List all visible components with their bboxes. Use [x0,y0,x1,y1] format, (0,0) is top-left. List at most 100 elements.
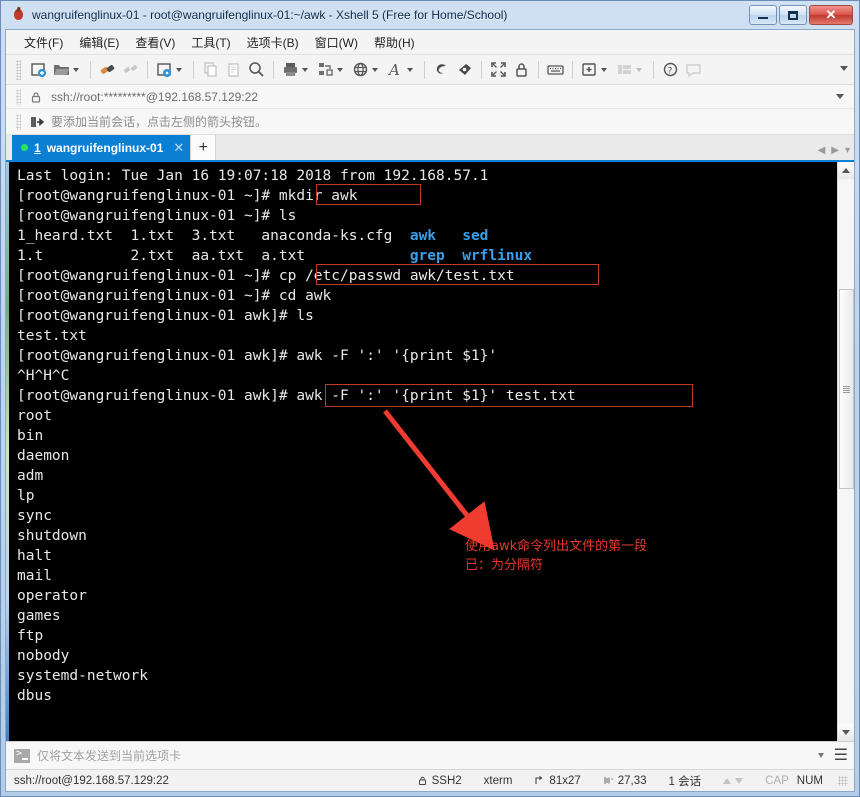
scroll-up-button[interactable] [837,162,854,179]
address-bar[interactable]: ssh://root:*********@192.168.57.129:22 [6,85,854,109]
toolbar-separator [481,60,482,79]
lock-button[interactable] [510,58,533,82]
title-bar: wangruifenglinux-01 - root@wangruifengli… [5,1,855,29]
terminal-output[interactable]: Last login: Tue Jan 16 19:07:18 2018 fro… [6,162,837,741]
menu-item-tabs[interactable]: 选项卡(B) [239,31,307,54]
send-text-bar[interactable]: 仅将文本发送到当前选项卡 ☰ [6,741,854,769]
menu-item-help[interactable]: 帮助(H) [366,31,423,54]
connect-button[interactable] [96,58,119,82]
new-session-button[interactable] [27,58,50,82]
maximize-button[interactable] [779,5,807,25]
tab-scroll-right-icon[interactable]: ▶ [831,145,839,156]
terminal-scrollbar[interactable] [837,162,854,741]
scroll-down-button[interactable] [837,724,854,741]
new-tab-button[interactable] [578,58,613,82]
status-cursor: 27,33 [592,775,658,787]
status-size: 81x27 [523,775,591,787]
terminal-text: daemon [17,448,70,464]
cursor-position-icon [603,775,614,786]
arrange-button[interactable] [613,58,648,82]
tab-number: 1 [34,140,41,155]
new-tab-button[interactable]: + [190,135,217,160]
tab-label: wangruifenglinux-01 [46,140,164,155]
window-controls: ✕ [749,5,853,25]
chevron-down-icon[interactable] [601,67,607,72]
terminal-text: systemd-network [17,668,148,684]
terminal-line: test.txt [17,326,837,346]
chevron-down-icon[interactable] [836,94,844,99]
help-button[interactable]: ? [659,58,682,82]
font-button[interactable]: A [384,58,419,82]
find-button[interactable] [245,58,268,82]
paste-icon [224,60,243,79]
status-num: NUM [796,774,823,787]
terminal-line: systemd-network [17,666,837,686]
menu-item-window[interactable]: 窗口(W) [307,31,366,54]
chevron-down-icon[interactable] [636,67,642,72]
status-protocol-label: SSH2 [431,774,462,787]
terminal-line: ^H^H^C [17,366,837,386]
download-arrow-icon [735,777,744,784]
tab-scroll-left-icon[interactable]: ◀ [818,145,826,156]
close-button[interactable]: ✕ [809,5,853,25]
session-properties-button[interactable] [153,58,188,82]
chevron-down-icon[interactable] [73,67,79,72]
send-options-icon[interactable]: ☰ [834,747,848,764]
status-terminal-type: xterm [483,774,513,787]
chevron-down-icon[interactable] [372,67,378,72]
terminal-line: 1.t 2.txt aa.txt a.txt grep wrflinux [17,246,837,266]
scrollbar-thumb[interactable] [838,289,854,489]
address-input[interactable]: ssh://root:*********@192.168.57.129:22 [51,90,258,104]
xftp-icon [432,60,451,79]
menu-item-file[interactable]: 文件(F) [16,31,71,54]
annotation-text: 使用awk命令列出文件的第一段 已：为分隔符 [465,539,648,573]
open-session-button[interactable] [50,58,85,82]
fullscreen-button[interactable] [487,58,510,82]
menu-item-tools[interactable]: 工具(T) [183,31,238,54]
terminal-line: operator [17,586,837,606]
chevron-down-icon[interactable] [337,67,343,72]
client-area: 文件(F) 编辑(E) 查看(V) 工具(T) 选项卡(B) 窗口(W) 帮助(… [5,29,855,792]
web-button[interactable] [349,58,384,82]
keyboard-button[interactable] [544,58,567,82]
terminal-text: 1_heard.txt 1.txt 3.txt anaconda-ks.cfg [17,228,410,244]
paste-button[interactable] [222,58,245,82]
send-text-input[interactable]: 仅将文本发送到当前选项卡 [37,747,818,764]
terminal-line: bin [17,426,837,446]
copy-button[interactable] [199,58,222,82]
terminal-text: [root@wangruifenglinux-01 ~]# mkdir awk [17,188,358,204]
help-icon: ? [661,60,680,79]
scrollbar-track[interactable] [837,179,854,724]
add-session-icon[interactable] [29,114,45,130]
copy-icon [201,60,220,79]
comment-button[interactable] [682,58,705,82]
upload-arrow-icon [723,777,732,784]
resize-grip[interactable] [838,775,848,786]
transfer-button[interactable] [314,58,349,82]
minimize-button[interactable] [749,5,777,25]
xagent-button[interactable] [453,58,476,82]
xshell-window: wangruifenglinux-01 - root@wangruifengli… [0,0,860,797]
tab-wangruifenglinux-01[interactable]: 1 wangruifenglinux-01 ✕ [12,135,191,160]
toolbar-grip[interactable] [16,59,21,80]
tab-close-icon[interactable]: ✕ [173,140,184,156]
session-bar-grip[interactable] [16,113,21,130]
terminal-line: root [17,406,837,426]
terminal-line: lp [17,486,837,506]
new-session-icon [29,60,48,79]
print-button[interactable] [279,58,314,82]
terminal-text: [root@wangruifenglinux-01 ~]# cp /etc/pa… [17,268,515,284]
chevron-down-icon[interactable] [176,67,182,72]
xftp-button[interactable] [430,58,453,82]
menu-item-edit[interactable]: 编辑(E) [71,31,127,54]
address-bar-grip[interactable] [16,88,21,105]
tab-list-icon[interactable]: ▾ [845,145,850,156]
disconnect-button[interactable] [119,58,142,82]
chevron-down-icon[interactable] [302,67,308,72]
terminal-text: dbus [17,688,52,704]
toolbar-overflow-icon[interactable] [840,66,848,71]
chevron-down-icon[interactable] [407,67,413,72]
chevron-down-icon[interactable] [817,753,824,758]
terminal-line: [root@wangruifenglinux-01 ~]# cd awk [17,286,837,306]
menu-item-view[interactable]: 查看(V) [127,31,183,54]
